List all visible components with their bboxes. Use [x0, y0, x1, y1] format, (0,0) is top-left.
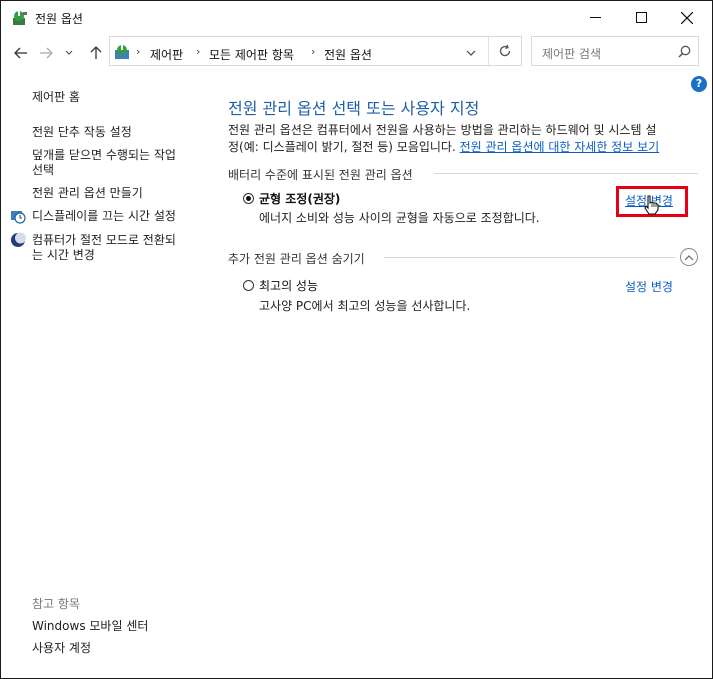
collapse-button[interactable]	[680, 248, 698, 266]
back-arrow-icon	[14, 47, 27, 59]
sidebar-item-display-off[interactable]: 디스플레이를 끄는 시간 설정	[32, 208, 176, 224]
plan-balanced-name[interactable]: 균형 조정(권장)	[259, 190, 340, 207]
plan-high-performance-desc: 고사양 PC에서 최고의 성능을 선사합니다.	[259, 299, 471, 313]
breadcrumb-separator-icon: ›	[311, 45, 316, 58]
sidebar-item-sleep[interactable]: 컴퓨터가 절전 모드로 전환되	[32, 232, 176, 248]
help-button[interactable]: ?	[691, 76, 707, 92]
breadcrumb-separator-icon: ›	[136, 45, 141, 58]
description-line-2: 정(예: 디스플레이 밝기, 절전 등) 모음입니다.	[228, 140, 456, 154]
more-info-link[interactable]: 전원 관리 옵션에 대한 자세한 정보 보기	[460, 140, 660, 154]
close-button[interactable]	[664, 2, 710, 33]
battery-section-label: 배터리 수준에 표시된 전원 관리 옵션	[228, 168, 413, 182]
breadcrumb-control-panel[interactable]: 제어판	[150, 46, 183, 63]
plan-high-performance-name[interactable]: 최고의 성능	[259, 277, 318, 294]
recent-locations-button[interactable]	[63, 42, 75, 64]
control-panel-icon	[115, 45, 129, 59]
refresh-icon	[499, 44, 511, 57]
page-title: 전원 관리 옵션 선택 또는 사용자 지정	[228, 99, 480, 118]
chevron-down-icon	[466, 50, 476, 56]
section-divider	[384, 257, 676, 258]
plan-balanced-desc: 에너지 소비와 성능 사이의 균형을 자동으로 조정합니다.	[259, 211, 540, 225]
maximize-button[interactable]	[618, 2, 664, 33]
sidebar-item-create-plan[interactable]: 전원 관리 옵션 만들기	[32, 185, 143, 201]
breadcrumb-separator-icon: ›	[196, 45, 201, 58]
title-bar: 전원 옵션	[1, 1, 712, 33]
see-also-user-accounts[interactable]: 사용자 계정	[32, 640, 91, 656]
chevron-up-icon	[684, 254, 694, 260]
display-clock-icon	[11, 211, 26, 224]
sleep-moon-icon	[11, 232, 26, 247]
refresh-button[interactable]	[498, 44, 512, 61]
sidebar-item-lid-close-cont[interactable]: 선택	[32, 162, 54, 178]
chevron-down-icon	[65, 50, 73, 55]
close-icon	[681, 11, 693, 24]
breadcrumb-power-options[interactable]: 전원 옵션	[324, 46, 372, 63]
address-bar[interactable]: › 제어판 › 모든 제어판 항목 › 전원 옵션	[109, 36, 522, 66]
plan-high-performance-radio[interactable]	[243, 280, 254, 291]
description-line-1: 전원 관리 옵션은 컴퓨터에서 전원을 사용하는 방법을 관리하는 하드웨어 및…	[228, 123, 657, 137]
back-button[interactable]	[10, 42, 32, 64]
search-input[interactable]: 제어판 검색	[531, 36, 699, 66]
search-icon	[678, 45, 691, 58]
plan-high-performance-change-settings[interactable]: 설정 변경	[625, 278, 673, 295]
forward-button[interactable]	[35, 42, 57, 64]
minimize-icon	[589, 17, 601, 18]
breadcrumb-all-items[interactable]: 모든 제어판 항목	[209, 46, 294, 63]
maximize-icon	[635, 12, 647, 23]
section-divider	[434, 173, 698, 174]
page-description: 전원 관리 옵션은 컴퓨터에서 전원을 사용하는 방법을 관리하는 하드웨어 및…	[228, 122, 693, 156]
see-also-mobility-center[interactable]: Windows 모바일 센터	[32, 618, 148, 634]
forward-arrow-icon	[40, 47, 53, 59]
hand-cursor-icon	[644, 195, 659, 215]
plan-balanced-radio[interactable]	[243, 193, 254, 204]
address-dropdown-button[interactable]	[466, 46, 476, 60]
up-button[interactable]	[85, 42, 107, 64]
extra-plans-section-label[interactable]: 추가 전원 관리 옵션 숨기기	[228, 250, 365, 267]
sidebar-item-power-buttons[interactable]: 전원 단추 작동 설정	[32, 124, 132, 140]
up-arrow-icon	[90, 46, 102, 59]
minimize-button[interactable]	[572, 2, 618, 33]
sidebar-home-link[interactable]: 제어판 홈	[32, 89, 80, 105]
sidebar-item-sleep-cont[interactable]: 는 시간 변경	[32, 247, 95, 263]
power-options-icon	[13, 10, 27, 25]
see-also-heading: 참고 항목	[32, 597, 80, 611]
search-placeholder: 제어판 검색	[542, 47, 602, 61]
window-title: 전원 옵션	[35, 12, 83, 26]
divider	[488, 37, 489, 65]
sidebar-item-lid-close[interactable]: 덮개를 닫으면 수행되는 작업	[32, 147, 176, 163]
address-row: › 제어판 › 모든 제어판 항목 › 전원 옵션 제어판 검색	[1, 34, 712, 72]
